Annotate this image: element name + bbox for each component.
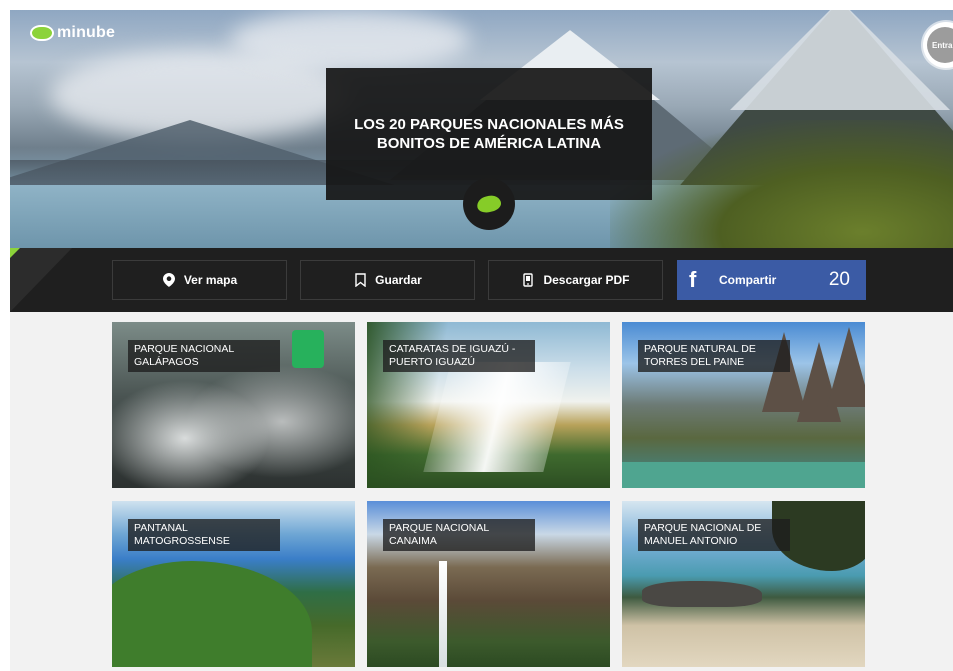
action-toolbar: Ver mapa Guardar Descargar PDF f Compart… [10, 248, 953, 312]
park-card-label: PANTANAL MATOGROSSENSE [128, 519, 280, 551]
logo-text: minube [57, 24, 116, 41]
map-pin-icon [162, 273, 176, 287]
hero-snow [730, 10, 950, 110]
park-card-label: PARQUE NATURAL DE TORRES DEL PAINE [638, 340, 790, 372]
park-card-label: PARQUE NACIONAL CANAIMA [383, 519, 535, 551]
card-photo-detail [827, 327, 865, 407]
minube-badge [463, 178, 515, 230]
save-button[interactable]: Guardar [300, 260, 475, 300]
pdf-phone-icon [521, 273, 535, 287]
park-card-label: PARQUE NACIONAL GALÁPAGOS [128, 340, 280, 372]
park-card-label: CATARATAS DE IGUAZÚ - PUERTO IGUAZÚ [383, 340, 535, 372]
page: minube Entra LOS 20 PARQUES NACIONALES M… [10, 10, 953, 671]
bookmark-icon [353, 273, 367, 287]
park-card-label: PARQUE NACIONAL DE MANUEL ANTONIO [638, 519, 790, 551]
login-label: Entra [927, 27, 953, 63]
minube-logo[interactable]: minube [30, 24, 115, 42]
download-pdf-label: Descargar PDF [543, 273, 630, 287]
park-card-torres-del-paine[interactable]: PARQUE NATURAL DE TORRES DEL PAINE [622, 322, 865, 488]
park-card-galapagos[interactable]: PARQUE NACIONAL GALÁPAGOS [112, 322, 355, 488]
park-card-canaima[interactable]: PARQUE NACIONAL CANAIMA [367, 501, 610, 667]
save-label: Guardar [375, 273, 422, 287]
view-map-button[interactable]: Ver mapa [112, 260, 287, 300]
share-facebook-button[interactable]: f Compartir 20 [677, 260, 866, 300]
card-photo-detail [439, 561, 447, 667]
view-map-label: Ver mapa [183, 273, 238, 287]
toolbar-corner-tip [10, 248, 20, 258]
park-card-pantanal[interactable]: PANTANAL MATOGROSSENSE [112, 501, 355, 667]
hero-banner: minube Entra LOS 20 PARQUES NACIONALES M… [10, 10, 953, 248]
minube-logo-icon [30, 25, 54, 41]
card-photo-detail [622, 462, 865, 488]
page-title: LOS 20 PARQUES NACIONALES MÁS BONITOS DE… [354, 116, 624, 152]
share-count: 20 [828, 269, 850, 290]
card-photo-detail [112, 561, 312, 667]
park-card-iguazu[interactable]: CATARATAS DE IGUAZÚ - PUERTO IGUAZÚ [367, 322, 610, 488]
share-label: Compartir [719, 273, 777, 287]
card-photo-detail [423, 362, 571, 472]
facebook-icon: f [689, 267, 697, 292]
park-card-manuel-antonio[interactable]: PARQUE NACIONAL DE MANUEL ANTONIO [622, 501, 865, 667]
minube-blob-icon [475, 193, 503, 215]
hero-forest [610, 120, 953, 248]
card-photo-detail [642, 581, 762, 607]
card-photo-detail [292, 330, 324, 368]
download-pdf-button[interactable]: Descargar PDF [488, 260, 663, 300]
